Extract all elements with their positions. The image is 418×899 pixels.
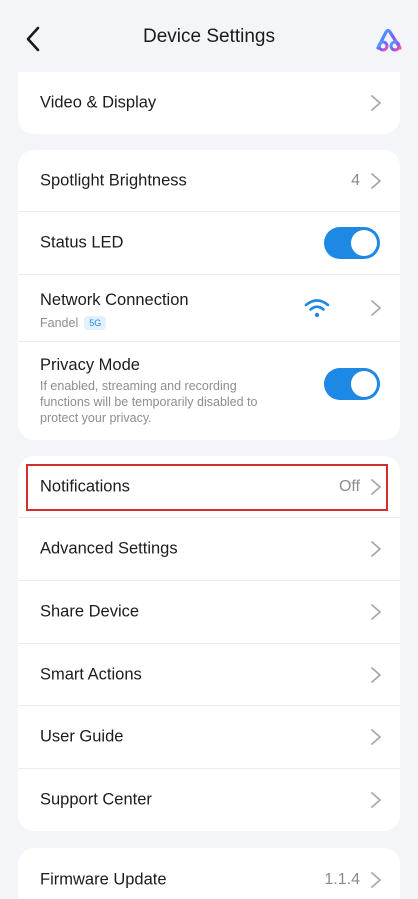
- spotlight-row[interactable]: Spotlight Brightness 4: [18, 150, 400, 212]
- privacy-description-line: protect your privacy.: [40, 411, 152, 425]
- settings-card: Notifications Off Advanced Settings Shar…: [18, 456, 400, 831]
- share-device-row[interactable]: Share Device: [18, 581, 400, 644]
- spotlight-label: Spotlight Brightness: [40, 171, 187, 189]
- network-label: Network Connection: [40, 291, 189, 309]
- wifi-icon: [304, 299, 330, 318]
- device-card: Spotlight Brightness 4 Status LED Networ…: [18, 150, 400, 440]
- firmware-row[interactable]: Firmware Update 1.1.4: [18, 848, 400, 899]
- video-display-label: Video & Display: [40, 93, 157, 112]
- status-led-row: Status LED: [18, 212, 400, 275]
- chevron-right-icon: [371, 872, 381, 888]
- header-bar: Device Settings: [0, 0, 418, 76]
- video-display-row[interactable]: Video & Display: [18, 72, 400, 134]
- smart-actions-label: Smart Actions: [40, 665, 142, 683]
- chevron-right-icon: [371, 478, 381, 495]
- brand-logo-icon[interactable]: [374, 24, 404, 54]
- chevron-right-icon: [371, 604, 381, 620]
- chevron-right-icon: [371, 729, 381, 745]
- user-guide-label: User Guide: [40, 727, 124, 746]
- status-led-label: Status LED: [40, 233, 124, 252]
- chevron-right-icon: [371, 95, 381, 111]
- toggle-knob: [351, 371, 377, 397]
- firmware-label: Firmware Update: [40, 870, 167, 889]
- network-ssid: Fandel 5G: [40, 315, 107, 331]
- notifications-label: Notifications: [40, 477, 130, 495]
- share-device-label: Share Device: [40, 602, 140, 621]
- chevron-right-icon: [371, 541, 381, 557]
- privacy-row: Privacy Mode If enabled, streaming and r…: [18, 342, 400, 440]
- privacy-description: If enabled, streaming and recording func…: [40, 378, 300, 426]
- notifications-value: Off: [338, 477, 360, 495]
- notifications-row[interactable]: Notifications Off: [18, 456, 400, 518]
- network-ssid-text: Fandel: [40, 316, 79, 330]
- support-center-row[interactable]: Support Center: [18, 769, 400, 831]
- spotlight-value: 4: [351, 171, 360, 189]
- chevron-right-icon: [371, 666, 381, 683]
- privacy-label: Privacy Mode: [40, 356, 140, 374]
- status-led-toggle[interactable]: [324, 227, 380, 259]
- firmware-card: Firmware Update 1.1.4: [18, 848, 400, 899]
- page-title: Device Settings: [142, 26, 275, 47]
- chevron-right-icon: [371, 172, 381, 189]
- advanced-settings-label: Advanced Settings: [40, 539, 178, 558]
- network-row[interactable]: Network Connection Fandel 5G: [18, 275, 400, 342]
- band-badge: 5G: [84, 316, 107, 330]
- privacy-description-line: If enabled, streaming and recording: [40, 379, 237, 393]
- support-center-label: Support Center: [40, 790, 152, 809]
- privacy-toggle[interactable]: [324, 368, 380, 400]
- video-card: Video & Display: [18, 72, 400, 134]
- user-guide-row[interactable]: User Guide: [18, 706, 400, 769]
- smart-actions-row[interactable]: Smart Actions: [18, 644, 400, 706]
- firmware-value: 1.1.4: [324, 871, 360, 888]
- toggle-knob: [351, 230, 377, 256]
- chevron-right-icon: [371, 792, 381, 808]
- chevron-right-icon: [371, 300, 381, 316]
- advanced-settings-row[interactable]: Advanced Settings: [18, 518, 400, 581]
- privacy-description-line: functions will be temporarily disabled t…: [40, 395, 258, 409]
